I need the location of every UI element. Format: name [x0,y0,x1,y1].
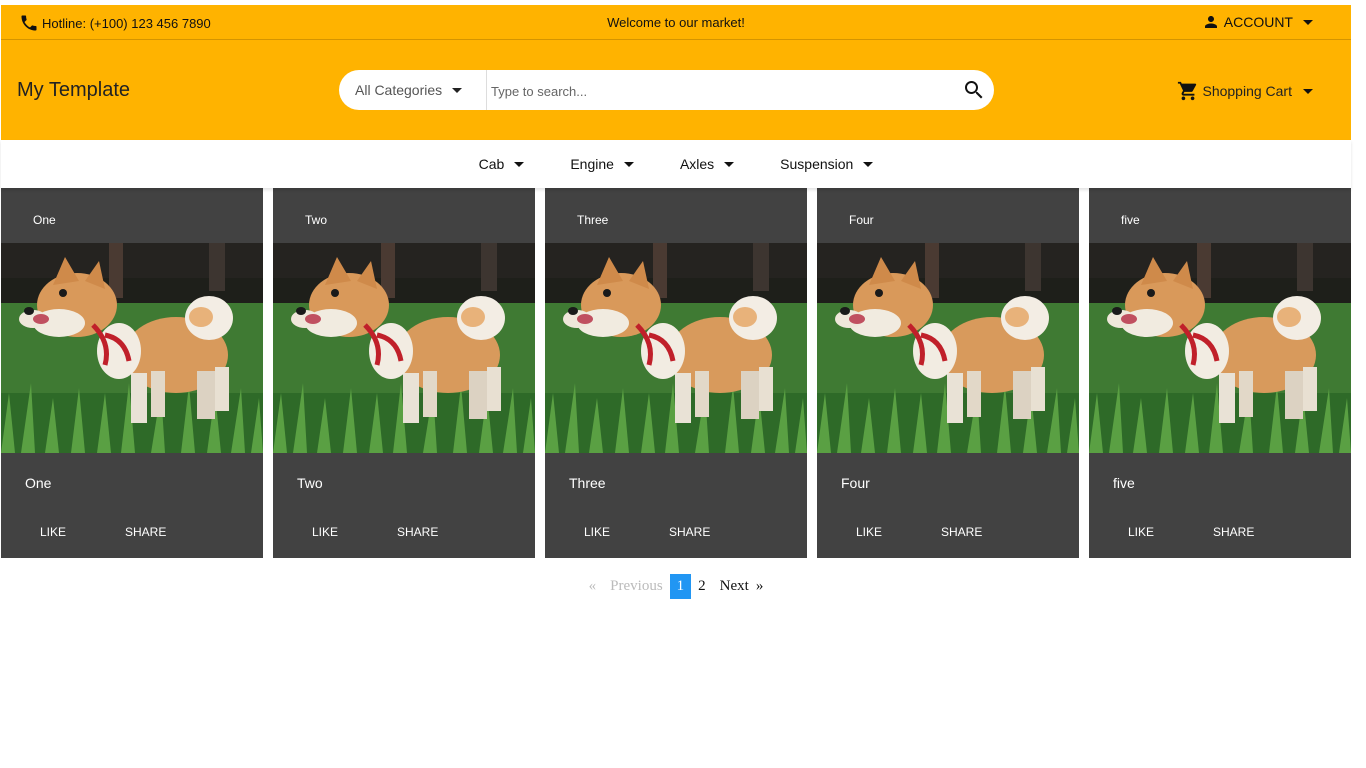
page-2-link[interactable]: 2 [691,574,713,599]
pagination: « Previous 1 2 Next » [1,574,1351,599]
top-bar: Hotline: (+100) 123 456 7890 Welcome to … [1,5,1351,40]
card-header-title: Two [305,213,328,227]
nav-item-label: Cab [478,156,505,172]
share-button[interactable]: SHARE [1213,525,1254,539]
card-title: One [25,475,52,491]
share-button[interactable]: SHARE [669,525,710,539]
chevron-down-icon [863,161,874,167]
search-input[interactable] [489,79,943,103]
brand-logo[interactable]: My Template [17,79,130,102]
nav-item-suspension[interactable]: Suspension [780,156,874,172]
card-header: Three [545,188,807,243]
product-card: Two Two LIKE SHARE [273,188,535,558]
page-frame: Hotline: (+100) 123 456 7890 Welcome to … [1,5,1351,599]
welcome-message: Welcome to our market! [607,15,745,30]
header: My Template All Categories Shopping Cart [1,40,1351,140]
next-link[interactable]: Next [713,574,756,599]
like-button[interactable]: LIKE [856,525,882,539]
dog-photo [817,243,1079,453]
product-card: Four Four LIKE SHARE [817,188,1079,558]
card-header: One [1,188,263,243]
share-button[interactable]: SHARE [125,525,166,539]
card-header-title: One [33,213,56,227]
main-nav: Cab Engine Axles Suspension [1,140,1351,188]
product-card: Three Three LIKE SHARE [545,188,807,558]
card-title: Four [841,475,870,491]
cart-icon [1178,81,1197,101]
cart-label: Shopping Cart [1202,83,1292,99]
card-header: Two [273,188,535,243]
card-title: five [1113,475,1135,491]
shopping-cart-menu[interactable]: Shopping Cart [1177,80,1313,102]
share-button[interactable]: SHARE [397,525,438,539]
category-select[interactable]: All Categories [339,70,487,110]
card-header-title: Three [577,213,609,227]
card-title: Two [297,475,323,491]
nav-item-label: Engine [570,156,614,172]
nav-item-engine[interactable]: Engine [570,156,634,172]
chevron-down-icon [623,161,634,167]
card-header: Four [817,188,1079,243]
page-1-link[interactable]: 1 [669,574,692,599]
like-button[interactable]: LIKE [584,525,610,539]
card-header-title: five [1121,213,1140,227]
dog-photo [545,243,807,453]
chevron-down-icon [452,87,463,93]
like-button[interactable]: LIKE [312,525,338,539]
chevron-down-icon [1303,19,1313,25]
card-grid: One One LIKE SHARE Two Two LIKE SHARE Th… [1,188,1351,558]
search-bar: All Categories [339,70,994,110]
nav-item-cab[interactable]: Cab [479,156,525,172]
share-button[interactable]: SHARE [941,525,982,539]
chevron-down-icon [514,161,525,167]
nav-item-label: Suspension [780,156,854,172]
product-card: One One LIKE SHARE [1,188,263,558]
card-header-title: Four [849,213,874,227]
nav-item-axles[interactable]: Axles [679,156,735,172]
like-button[interactable]: LIKE [40,525,66,539]
product-card: five five LIKE SHARE [1089,188,1351,558]
next-arrow[interactable]: » [756,574,771,599]
person-icon [1204,16,1217,28]
account-menu[interactable]: ACCOUNT [1202,13,1313,31]
like-button[interactable]: LIKE [1128,525,1154,539]
account-label: ACCOUNT [1223,14,1293,30]
category-label: All Categories [355,82,443,98]
chevron-down-icon [724,161,735,167]
previous-link: Previous [610,578,663,594]
card-header: five [1089,188,1351,243]
dog-photo [1089,243,1351,453]
card-title: Three [569,475,606,491]
search-button[interactable] [962,78,986,107]
dog-photo [273,243,535,453]
nav-item-label: Axles [679,156,715,172]
previous-arrow: « [588,578,597,594]
dog-photo [1,243,263,453]
chevron-down-icon [1303,88,1313,94]
search-icon [965,81,983,99]
